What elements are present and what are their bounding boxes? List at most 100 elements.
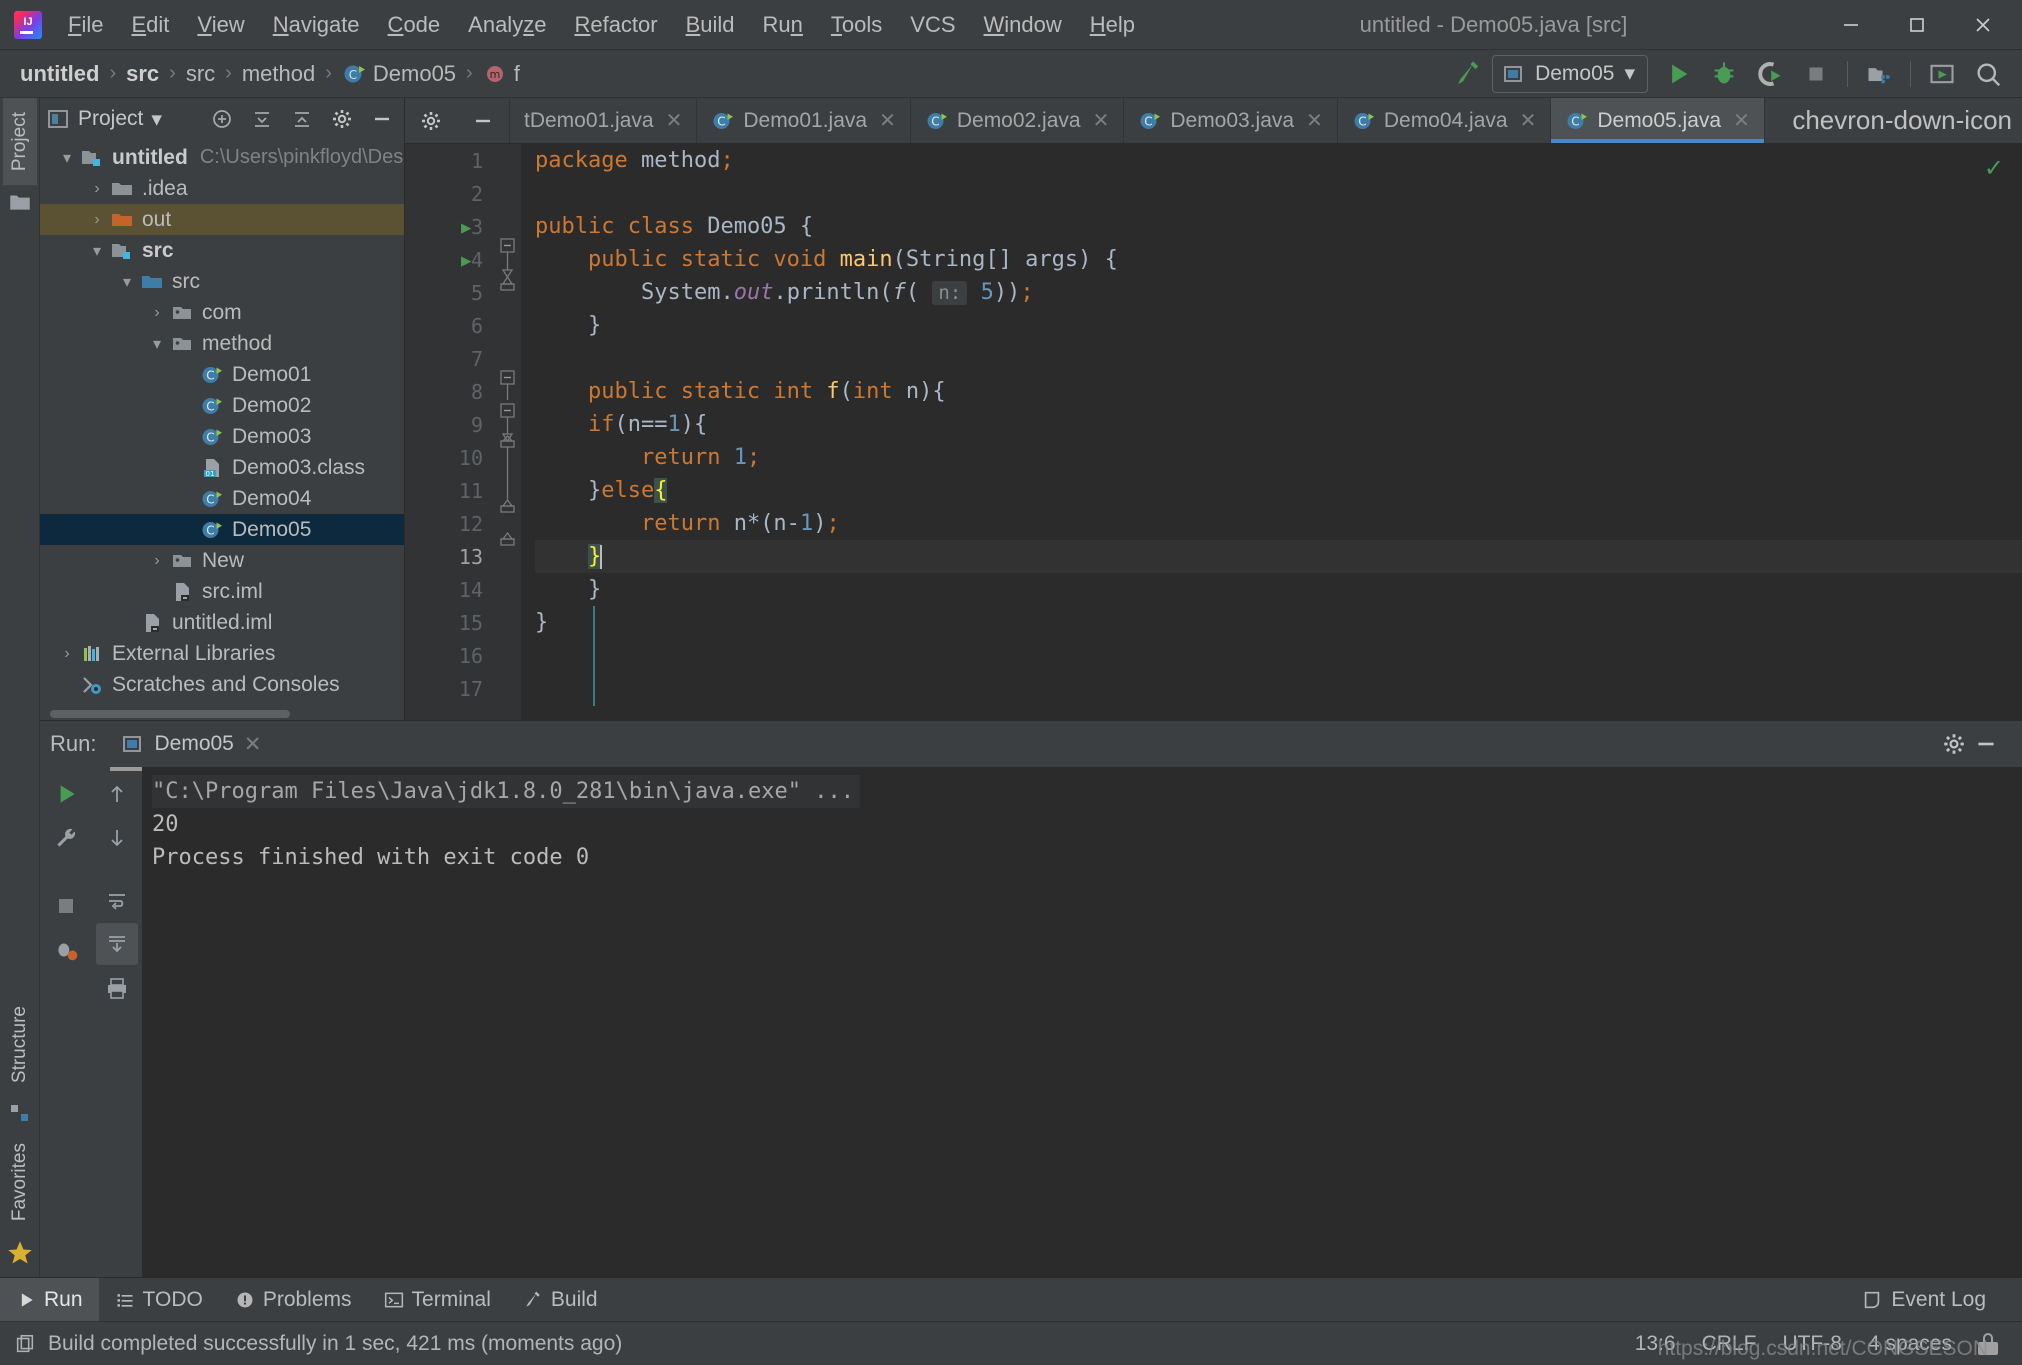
tab-demo05[interactable]: C Demo05.java ✕ [1551,98,1765,143]
tab-hide-button[interactable] [457,98,510,143]
close-icon[interactable]: ✕ [879,108,896,133]
close-icon[interactable]: ✕ [1733,108,1750,133]
sidebar-item-structure[interactable]: Structure [3,992,37,1097]
tree-node-com[interactable]: › com [40,297,404,328]
lock-icon[interactable] [1978,1332,1998,1355]
close-icon[interactable]: ✕ [244,732,262,757]
add-icon[interactable] [206,104,238,134]
chevron-down-icon[interactable]: ▾ [144,334,170,354]
tree-node-src-iml[interactable]: src.iml [40,576,404,607]
menu-build[interactable]: Build [672,6,749,44]
chevron-down-icon[interactable]: ▾ [54,148,80,168]
run-tab-demo05[interactable]: Demo05 ✕ [110,726,272,771]
menu-edit[interactable]: Edit [117,6,183,44]
minimize-button[interactable] [1818,1,1884,49]
tree-node-scratches[interactable]: Scratches and Consoles [40,669,404,700]
breadcrumb-src[interactable]: src [180,58,221,90]
tree-node-demo01[interactable]: C Demo01 [40,359,404,390]
close-icon[interactable]: ✕ [666,108,683,133]
rerun-button[interactable] [45,773,87,815]
tree-node-src-module[interactable]: ▾ src [40,235,404,266]
soft-wrap-icon[interactable] [96,879,138,921]
code-folding-gutter[interactable] [493,144,521,720]
run-line-marker-class[interactable]: ▶ [461,218,471,238]
breadcrumb-method[interactable]: method [236,58,321,90]
menu-navigate[interactable]: Navigate [259,6,374,44]
chevron-right-icon[interactable]: › [54,645,80,663]
stop-button[interactable] [45,885,87,927]
tree-node-out[interactable]: › out [40,204,404,235]
search-icon[interactable] [1966,54,2010,94]
stop-button[interactable] [1794,54,1838,94]
chevron-right-icon[interactable]: › [84,180,110,198]
tree-node-untitled-iml[interactable]: untitled.iml [40,607,404,638]
breadcrumb-method-f[interactable]: m f [477,58,526,90]
tree-node-demo03-class[interactable]: 01 Demo03.class [40,452,404,483]
wrench-icon[interactable] [45,817,87,859]
status-message-area[interactable]: Build completed successfully in 1 sec, 4… [14,1332,622,1356]
gear-icon[interactable] [1938,729,1970,759]
sidebar-item-project[interactable]: Project [2,98,37,186]
tab-demo03[interactable]: C Demo03.java ✕ [1124,98,1338,143]
tree-node-demo05[interactable]: C Demo05 [40,514,404,545]
run-coverage-button[interactable] [1748,54,1792,94]
project-panel-title[interactable]: Project ▾ [46,107,162,132]
debug-button[interactable] [1702,54,1746,94]
tree-node-untitled[interactable]: ▾ untitled C:\Users\pinkfloyd\Deskt [40,142,404,173]
chevron-right-icon[interactable]: › [144,552,170,570]
tree-node-demo03[interactable]: C Demo03 [40,421,404,452]
collapse-all-icon[interactable] [286,104,318,134]
gear-icon[interactable] [326,104,358,134]
indent-setting[interactable]: 4 spaces [1868,1332,1952,1356]
breadcrumb-untitled[interactable]: untitled [14,58,105,90]
menu-code[interactable]: Code [374,6,455,44]
tree-node-method[interactable]: ▾ method [40,328,404,359]
tab-tdemo01[interactable]: tDemo01.java ✕ [510,98,698,143]
tree-node-idea[interactable]: › .idea [40,173,404,204]
toolwindow-terminal[interactable]: Terminal [368,1278,507,1321]
toolwindow-run[interactable]: Run [0,1278,99,1321]
code-content[interactable]: package method; public class Demo05 { pu… [521,144,2022,720]
preview-button[interactable] [1920,54,1964,94]
expand-all-icon[interactable] [246,104,278,134]
tree-node-external-libraries[interactable]: › External Libraries [40,638,404,669]
minimize-run-panel-button[interactable] [1970,729,2002,759]
toolwindow-event-log[interactable]: Event Log [1845,1288,2002,1312]
hammer-icon[interactable] [1446,54,1490,94]
sidebar-item-favorites[interactable]: Favorites [3,1129,37,1235]
run-button[interactable] [1656,54,1700,94]
inspection-status-icon[interactable]: ✓ [1984,154,2004,183]
breadcrumb-src-root[interactable]: src [120,58,165,90]
menu-run[interactable]: Run [749,6,817,44]
file-encoding[interactable]: UTF-8 [1782,1332,1842,1356]
menu-vcs[interactable]: VCS [896,6,969,44]
breadcrumb-demo05[interactable]: C Demo05 [336,58,462,90]
tab-settings-button[interactable] [405,98,457,143]
toolwindow-problems[interactable]: Problems [219,1278,368,1321]
tab-demo01[interactable]: C Demo01.java ✕ [697,98,911,143]
tree-node-demo04[interactable]: C Demo04 [40,483,404,514]
chevron-right-icon[interactable]: › [84,211,110,229]
line-number-gutter[interactable]: 1 2 3 4 5 6 7 8 9 10 11 12 13 14 15 16 1… [405,144,493,720]
tab-overflow-button[interactable]: chevron-down-icon [1782,98,2022,143]
up-arrow-icon[interactable] [96,773,138,815]
caret-position[interactable]: 13:6 [1635,1332,1676,1356]
menu-file[interactable]: File [54,6,117,44]
hide-panel-icon[interactable] [366,104,398,134]
close-button[interactable] [1950,1,2016,49]
console-output[interactable]: "C:\Program Files\Java\jdk1.8.0_281\bin\… [142,767,2022,1277]
close-icon[interactable]: ✕ [1306,108,1323,133]
tree-node-src-source[interactable]: ▾ src [40,266,404,297]
code-editor[interactable]: 1 2 3 4 5 6 7 8 9 10 11 12 13 14 15 16 1… [405,144,2022,720]
run-line-marker-main[interactable]: ▶ [461,251,471,271]
scroll-to-end-icon[interactable] [96,923,138,965]
maximize-button[interactable] [1884,1,1950,49]
close-icon[interactable]: ✕ [1093,108,1110,133]
menu-refactor[interactable]: Refactor [560,6,671,44]
project-tree-horizontal-scrollbar[interactable] [50,710,290,718]
tab-demo02[interactable]: C Demo02.java ✕ [911,98,1125,143]
menu-tools[interactable]: Tools [817,6,896,44]
project-structure-button[interactable] [1857,54,1901,94]
chevron-down-icon[interactable]: ▾ [84,241,110,261]
menu-view[interactable]: View [183,6,258,44]
